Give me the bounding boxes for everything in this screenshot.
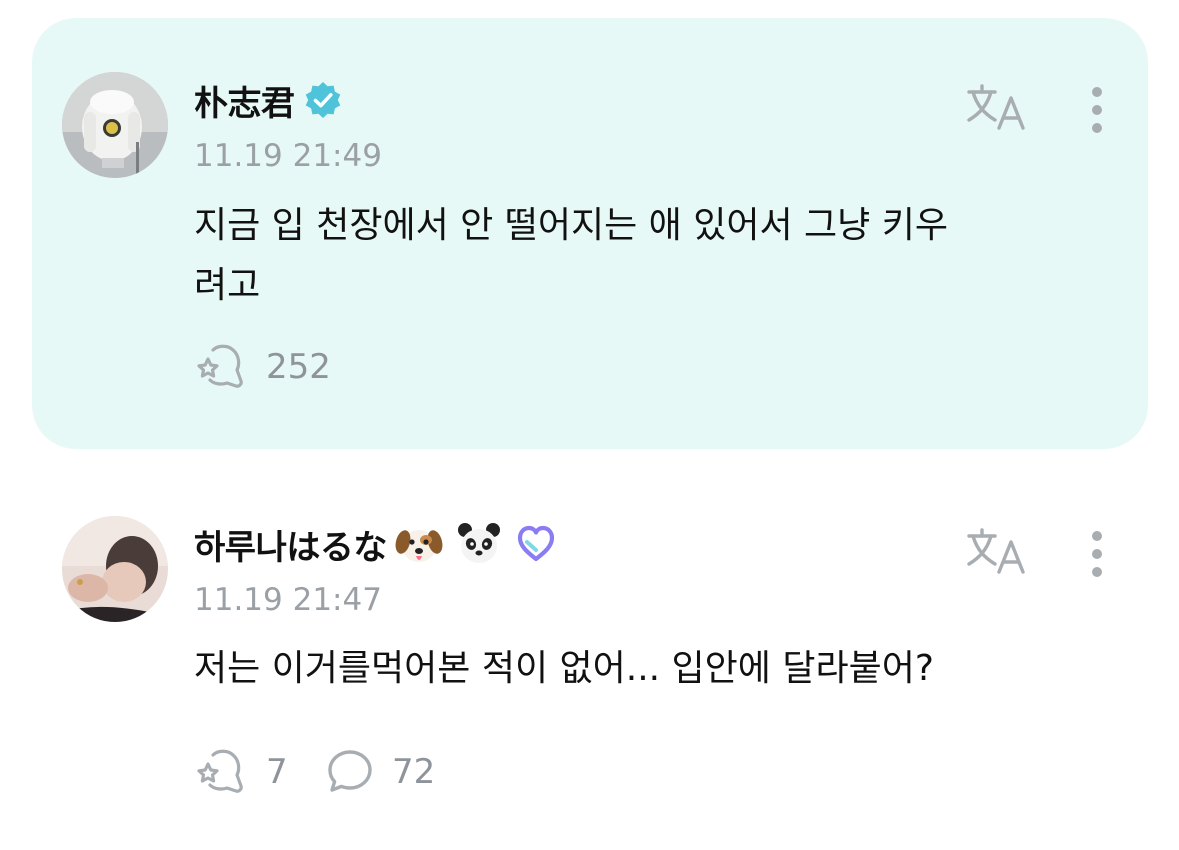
reaction-count: 7 <box>266 752 288 792</box>
verified-badge-icon <box>305 82 340 118</box>
username-row: 하루나はるな <box>194 519 557 569</box>
username-row: 朴志君 <box>194 75 343 125</box>
comment-count: 72 <box>392 752 436 792</box>
reaction-icon <box>197 344 243 388</box>
more-options-icon[interactable] <box>1087 84 1107 136</box>
heart-badge-icon <box>517 525 554 562</box>
panda-emoji-icon <box>457 523 500 563</box>
reaction-count: 252 <box>266 347 331 387</box>
comment-body-line-2: 려고 <box>194 265 261 306</box>
more-options-icon[interactable] <box>1087 528 1107 580</box>
comment-button[interactable]: 72 <box>326 746 435 798</box>
translate-icon[interactable] <box>965 526 1029 578</box>
avatar-image <box>62 516 168 622</box>
avatar-image <box>62 72 168 178</box>
avatar-user-1[interactable] <box>62 72 168 178</box>
timestamp: 11.19 21:47 <box>194 582 382 618</box>
username[interactable]: 하루나はるな <box>194 520 387 569</box>
comment-icon <box>328 750 372 792</box>
dog-emoji-icon <box>395 530 443 562</box>
reaction-button[interactable]: 7 <box>194 746 288 798</box>
avatar-user-2[interactable] <box>62 516 168 622</box>
translate-icon[interactable] <box>965 82 1029 134</box>
username[interactable]: 朴志君 <box>194 76 295 125</box>
timestamp: 11.19 21:49 <box>194 138 382 174</box>
comment-body: 저는 이거를먹어본 적이 없어... 입안에 달라붙어? <box>194 648 934 689</box>
comment-thread: 朴志君 11.19 21:49 지금 입 천장에서 안 떨어지는 애 있어서 그… <box>0 0 1179 850</box>
reaction-button[interactable]: 252 <box>194 341 331 393</box>
reaction-icon <box>197 749 243 793</box>
comment-body-line-1: 지금 입 천장에서 안 떨어지는 애 있어서 그냥 키우 <box>194 205 948 246</box>
